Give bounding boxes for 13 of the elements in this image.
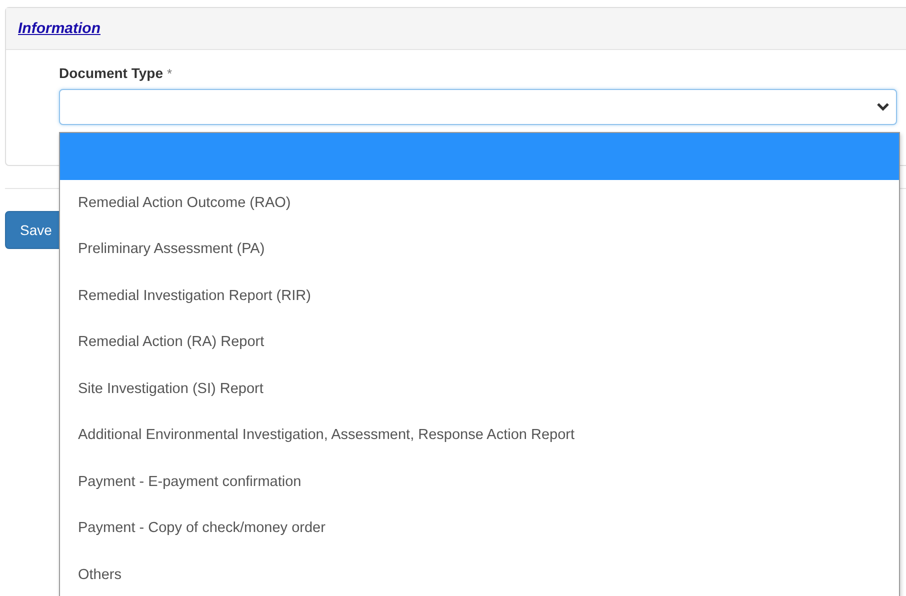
dropdown-option[interactable]: Site Investigation (SI) Report — [60, 366, 899, 412]
field-label: Document Type — [59, 65, 163, 81]
dropdown-option[interactable]: Remedial Investigation Report (RIR) — [60, 272, 899, 319]
dropdown-option[interactable]: Additional Environmental Investigation, Assessment, Response Action Report — [60, 412, 899, 458]
chevron-down-icon — [876, 102, 890, 112]
dropdown-option[interactable]: Remedial Action (RA) Report — [60, 319, 899, 366]
dropdown-option[interactable]: Others — [60, 552, 899, 596]
dropdown-option[interactable] — [60, 133, 899, 180]
section-title-link[interactable]: Information — [18, 20, 100, 37]
required-mark: * — [166, 66, 172, 81]
dropdown-option[interactable]: Payment - Copy of check/money order — [60, 505, 899, 552]
dropdown-option[interactable]: Payment - E-payment confirmation — [60, 458, 899, 505]
document-type-select[interactable] — [59, 89, 897, 125]
